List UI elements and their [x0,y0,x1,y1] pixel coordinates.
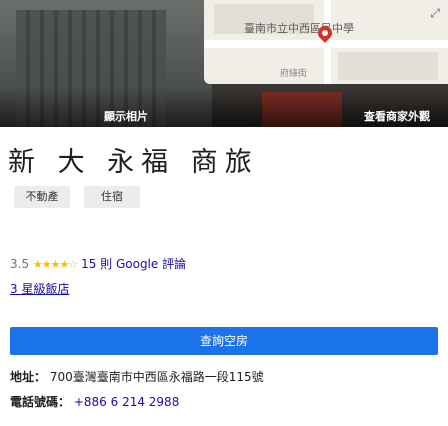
map-street-label: 府綠街 [280,69,308,79]
reviews-link[interactable]: 15 則 Google 評論 [81,257,186,271]
map-block [338,52,438,80]
business-name: 新 大 永福 商旅 [8,147,259,178]
map-place-label: 臺南市立中西區民中學 [244,22,354,35]
map-thumbnail[interactable]: 臺南市立中西區民中學 府綠街 ⤢ [204,0,448,84]
phone-label: 電話號碼： [10,395,71,409]
phone-link[interactable]: +886 6 214 2988 [74,395,179,409]
address-row: 地址： 700臺灣臺南市中西區永福路一段115號 [10,368,264,385]
show-photos-link[interactable]: 顯示相片 [104,108,148,124]
address-label: 地址： [10,370,47,384]
hotel-class-row: 3 星級飯店 [10,280,69,297]
category-chip[interactable]: 住宿 [84,186,140,208]
check-availability-button[interactable]: 查詢空房 [10,327,438,355]
photo-strip[interactable]: 臺南市立中西區民中學 府綠街 ⤢ 顯示相片 查看商家外觀 [0,0,448,127]
phone-row: 電話號碼： +886 6 214 2988 [10,393,179,410]
rating-score: 3.5 [10,257,30,271]
expand-icon[interactable]: ⤢ [430,6,440,21]
address-value: 700臺灣臺南市中西區永福路一段115號 [49,370,264,384]
star-rating-icon: ★★★★☆ [32,258,78,271]
street-view-link[interactable]: 查看商家外觀 [364,108,430,124]
hotel-class-link[interactable]: 3 星級飯店 [10,282,69,296]
category-chip[interactable]: 不動產 [14,186,70,208]
rating-row: 3.5 ★★★★☆ 15 則 Google 評論 [10,255,186,272]
